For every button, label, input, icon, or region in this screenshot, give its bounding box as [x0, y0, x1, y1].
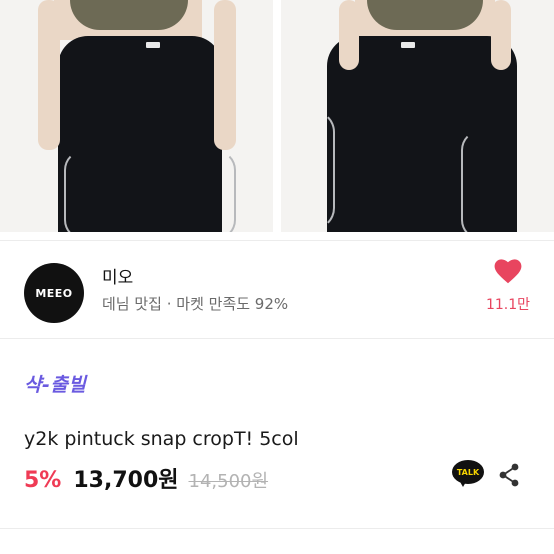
brand-tag[interactable]: 샥-출빌 — [24, 370, 86, 397]
seller-section[interactable]: MEEO 미오 데님 맛집 · 마켓 만족도 92% 11.1만 — [0, 242, 554, 332]
product-title: y2k pintuck snap cropT! 5col — [24, 428, 299, 450]
sale-price: 13,700원 — [73, 468, 179, 493]
talk-icon: TALK — [452, 460, 484, 484]
heart-icon — [494, 259, 522, 284]
section-divider — [0, 528, 554, 529]
section-divider — [0, 240, 554, 241]
like-count: 11.1만 — [485, 297, 531, 313]
section-divider — [0, 338, 554, 339]
seller-avatar[interactable]: MEEO — [24, 263, 84, 323]
price-row: 5% 13,700원 14,500원 — [24, 462, 268, 494]
product-photo-side — [281, 0, 554, 232]
original-price: 14,500원 — [188, 471, 269, 492]
talk-button[interactable]: TALK — [452, 460, 484, 488]
discount-rate: 5% — [24, 468, 62, 493]
product-image-area[interactable] — [0, 0, 554, 232]
share-icon[interactable] — [496, 462, 522, 488]
product-photo-front — [0, 0, 273, 232]
like-button[interactable]: 11.1만 — [480, 256, 536, 320]
seller-meta: 데님 맛집 · 마켓 만족도 92% — [102, 295, 289, 313]
seller-name[interactable]: 미오 — [102, 263, 133, 288]
